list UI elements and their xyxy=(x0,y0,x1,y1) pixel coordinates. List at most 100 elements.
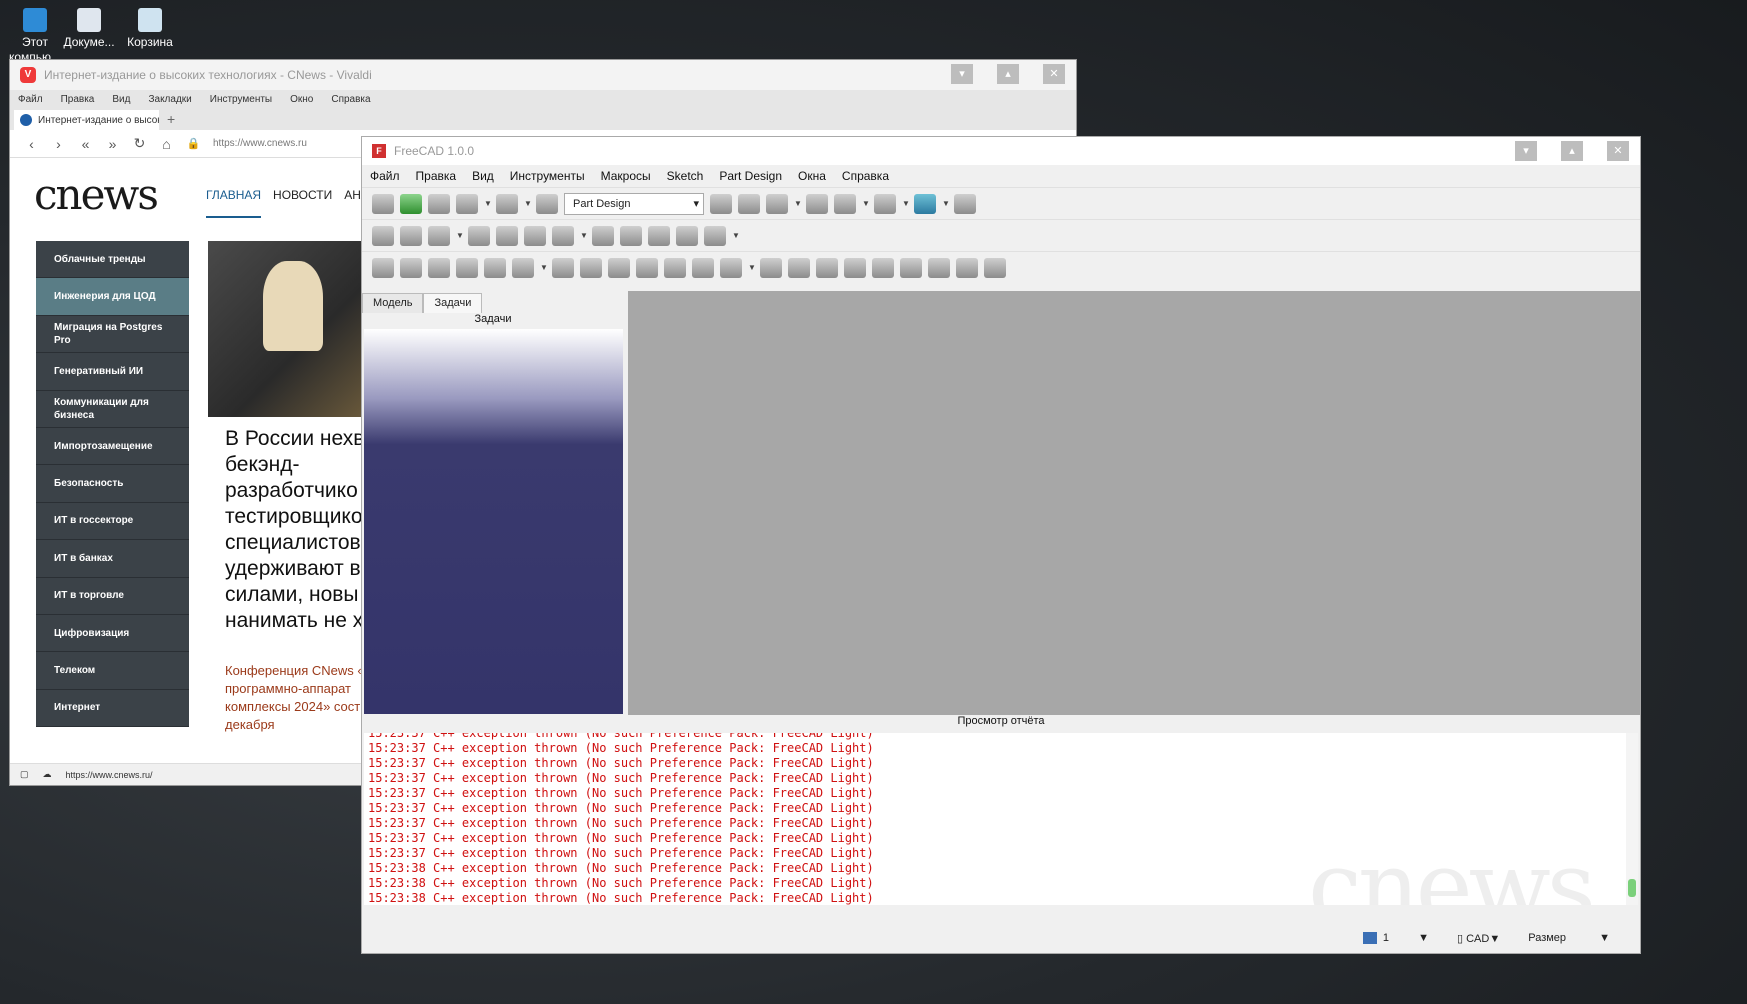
tab-model[interactable]: Модель xyxy=(362,293,424,313)
maximize-button[interactable]: ▴ xyxy=(1561,141,1583,161)
sidebar-item[interactable]: Облачные тренды xyxy=(36,241,189,279)
minimize-button[interactable]: ▾ xyxy=(1515,141,1537,161)
article-teaser[interactable]: Конференция CNews « программно-аппарат к… xyxy=(225,662,365,734)
redo-icon[interactable] xyxy=(496,193,518,214)
body-icon[interactable] xyxy=(524,225,546,246)
sidebar-item[interactable]: ИТ в банках xyxy=(36,540,189,578)
report-view[interactable]: cnews 15:23:37 C++ exception thrown (No … xyxy=(364,733,1626,905)
tasks-panel[interactable] xyxy=(364,329,623,714)
chevron-down-icon[interactable]: ▼ xyxy=(484,199,492,208)
sidebar-item[interactable]: Интернет xyxy=(36,689,189,728)
draft-icon[interactable] xyxy=(844,257,866,278)
sidebar-item[interactable]: Цифровизация xyxy=(36,614,189,653)
chevron-down-icon[interactable]: ▼ xyxy=(794,199,802,208)
nav-news[interactable]: НОВОСТИ xyxy=(273,188,332,218)
pad-icon[interactable] xyxy=(372,257,394,278)
refresh-icon[interactable] xyxy=(536,193,558,214)
menu-windows[interactable]: Окна xyxy=(798,169,826,183)
save-icon[interactable] xyxy=(428,193,450,214)
link-icon[interactable] xyxy=(428,225,450,246)
navigation-style[interactable]: ▯ CAD▼ xyxy=(1457,932,1500,945)
maximize-button[interactable]: ▴ xyxy=(997,64,1019,84)
sidebar-item[interactable]: Миграция на Postgres Pro xyxy=(36,315,189,354)
subtractive-loft-icon[interactable] xyxy=(636,257,658,278)
pocket-icon[interactable] xyxy=(552,257,574,278)
groove-icon[interactable] xyxy=(608,257,630,278)
new-file-icon[interactable] xyxy=(372,193,394,214)
forward-icon[interactable]: › xyxy=(45,136,72,152)
tab-cnews[interactable]: Интернет-издание о высок xyxy=(14,110,159,130)
chevron-down-icon[interactable]: ▼ xyxy=(524,199,532,208)
chevron-down-icon[interactable]: ▼ xyxy=(748,263,756,272)
hole-icon[interactable] xyxy=(580,257,602,278)
macro-icon[interactable] xyxy=(468,225,490,246)
reload-icon[interactable]: ↻ xyxy=(126,135,153,152)
subtractive-pipe-icon[interactable] xyxy=(664,257,686,278)
zoom-fit-selection-icon[interactable] xyxy=(738,193,760,214)
chevron-down-icon[interactable]: ▼ xyxy=(942,199,950,208)
sidebar-item[interactable]: Телеком xyxy=(36,652,189,690)
menu-edit[interactable]: Правка xyxy=(416,169,457,183)
polar-pattern-icon[interactable] xyxy=(956,257,978,278)
open-file-icon[interactable] xyxy=(400,193,422,214)
sidebar-item[interactable]: ИТ в торговле xyxy=(36,577,189,615)
draw-style-icon[interactable] xyxy=(834,193,856,214)
datum-plane-icon[interactable] xyxy=(704,225,726,246)
units-selector[interactable]: Размер ▼ xyxy=(1528,932,1610,944)
part-icon[interactable] xyxy=(372,225,394,246)
menu-view[interactable]: Вид xyxy=(472,169,494,183)
fillet-icon[interactable] xyxy=(788,257,810,278)
cnews-logo[interactable]: cnews xyxy=(34,170,159,219)
desktop-icon-recycle-bin[interactable]: Корзина xyxy=(115,4,185,50)
chevron-down-icon[interactable]: ▼ xyxy=(580,231,588,240)
group-icon[interactable] xyxy=(400,225,422,246)
sidebar-item[interactable]: Импортозамещение xyxy=(36,427,189,466)
additive-primitive-icon[interactable] xyxy=(512,257,534,278)
menu-sketch[interactable]: Sketch xyxy=(667,169,704,183)
chevron-down-icon[interactable]: ▼ xyxy=(456,231,464,240)
chevron-down-icon[interactable]: ▼ xyxy=(862,199,870,208)
article-photo[interactable] xyxy=(208,241,368,417)
desktop-icon-documents[interactable]: Докуме... xyxy=(54,4,124,50)
sidebar-item[interactable]: Инженерия для ЦОД xyxy=(36,278,189,316)
linear-pattern-icon[interactable] xyxy=(928,257,950,278)
sidebar-item[interactable]: Коммуникации для бизнеса xyxy=(36,390,189,428)
workbench-selector[interactable]: Part Design ▾ xyxy=(564,192,704,215)
menu-window[interactable]: Окно xyxy=(290,94,313,105)
attach-sketch-icon[interactable] xyxy=(676,225,698,246)
3d-viewport[interactable] xyxy=(628,291,1640,715)
zoom-fit-all-icon[interactable] xyxy=(710,193,732,214)
multi-transform-icon[interactable] xyxy=(984,257,1006,278)
revolution-icon[interactable] xyxy=(400,257,422,278)
new-tab-icon[interactable]: + xyxy=(167,111,175,127)
clone-icon[interactable] xyxy=(592,225,614,246)
menu-help[interactable]: Справка xyxy=(842,169,889,183)
home-icon[interactable]: ⌂ xyxy=(153,136,180,152)
panel-toggle-icon[interactable]: ▢ xyxy=(20,769,29,780)
whats-this-icon[interactable] xyxy=(496,225,518,246)
sidebar-item[interactable]: Генеративный ИИ xyxy=(36,353,189,391)
shape-binder-icon[interactable] xyxy=(552,225,574,246)
menu-part-design[interactable]: Part Design xyxy=(719,169,782,183)
menu-tools[interactable]: Инструменты xyxy=(510,169,585,183)
close-button[interactable]: ✕ xyxy=(1607,141,1629,161)
menu-view[interactable]: Вид xyxy=(112,94,130,105)
subtractive-helix-icon[interactable] xyxy=(692,257,714,278)
pipe-icon[interactable] xyxy=(456,257,478,278)
menu-edit[interactable]: Правка xyxy=(61,94,95,105)
sketch-icon[interactable] xyxy=(620,225,642,246)
measure-distance-icon[interactable] xyxy=(954,193,976,214)
measure-icon[interactable] xyxy=(806,193,828,214)
close-button[interactable]: ✕ xyxy=(1043,64,1065,84)
chevron-down-icon[interactable]: ▼ xyxy=(732,231,740,240)
scroll-thumb[interactable] xyxy=(1628,879,1636,897)
std-views-icon[interactable] xyxy=(874,193,896,214)
menu-tools[interactable]: Инструменты xyxy=(210,94,272,105)
mirrored-icon[interactable] xyxy=(900,257,922,278)
loft-icon[interactable] xyxy=(428,257,450,278)
chamfer-icon[interactable] xyxy=(816,257,838,278)
report-scrollbar[interactable] xyxy=(1626,733,1638,905)
menu-file[interactable]: Файл xyxy=(18,94,43,105)
undo-icon[interactable] xyxy=(456,193,478,214)
menu-file[interactable]: Файл xyxy=(370,169,400,183)
